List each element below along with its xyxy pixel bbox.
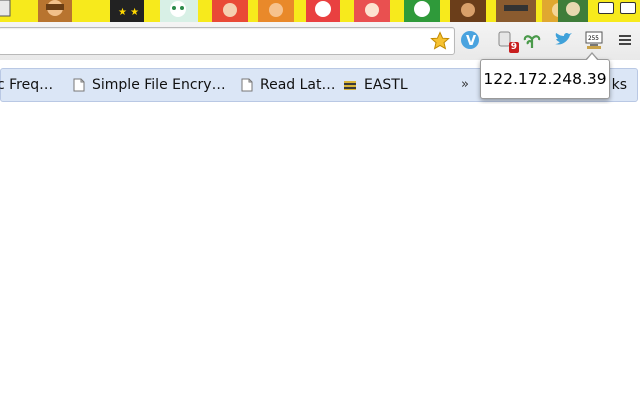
page-content-area bbox=[0, 104, 640, 400]
browser-toolbar: V 9 255 bbox=[0, 22, 640, 60]
bookmark-item[interactable]: Simple File Encry… bbox=[73, 69, 226, 101]
svg-text:V: V bbox=[466, 34, 476, 49]
notification-count-badge: 9 bbox=[508, 42, 519, 53]
eastl-favicon-icon bbox=[344, 81, 356, 90]
bookmark-label: EASTL bbox=[364, 77, 408, 93]
bookmark-label: c Freq… bbox=[0, 77, 54, 93]
plant-extension-icon[interactable] bbox=[521, 29, 543, 51]
vimeo-extension-icon[interactable]: V bbox=[459, 29, 481, 51]
twitter-bird-extension-icon[interactable] bbox=[552, 29, 574, 51]
theme-banner: ★ ★ bbox=[0, 0, 640, 22]
bookmark-label: Read Lat… bbox=[260, 77, 336, 93]
bookmark-item[interactable]: c Freq… bbox=[0, 69, 53, 101]
ip-address-text: 122.172.248.39 bbox=[483, 70, 607, 88]
notifier-extension-icon[interactable]: 9 bbox=[494, 29, 519, 53]
page-icon bbox=[241, 78, 253, 92]
svg-text:★ ★: ★ ★ bbox=[118, 7, 139, 18]
hamburger-menu-icon[interactable] bbox=[614, 29, 636, 51]
popup-arrow-inner bbox=[586, 54, 598, 61]
window-close-icon[interactable] bbox=[620, 2, 636, 14]
ip-address-popup: 122.172.248.39 bbox=[480, 59, 610, 99]
bookmark-item[interactable]: Read Lat… bbox=[241, 69, 336, 101]
bookmark-label: Simple File Encry… bbox=[92, 77, 226, 93]
bookmarks-overflow-chevron[interactable]: » bbox=[461, 77, 469, 92]
bookmark-item[interactable]: EASTL bbox=[343, 69, 408, 101]
address-bar[interactable] bbox=[0, 27, 455, 55]
svg-text:255: 255 bbox=[588, 35, 599, 42]
other-bookmarks-label: ks bbox=[611, 77, 627, 93]
theme-characters-image: ★ ★ bbox=[0, 0, 588, 22]
bookmark-star-icon[interactable] bbox=[430, 31, 450, 51]
page-icon bbox=[73, 78, 85, 92]
window-controls bbox=[598, 2, 636, 14]
other-bookmarks-item[interactable]: ks bbox=[612, 69, 627, 101]
window-restore-icon[interactable] bbox=[598, 2, 614, 14]
ip-address-extension-icon[interactable]: 255 bbox=[583, 29, 605, 51]
